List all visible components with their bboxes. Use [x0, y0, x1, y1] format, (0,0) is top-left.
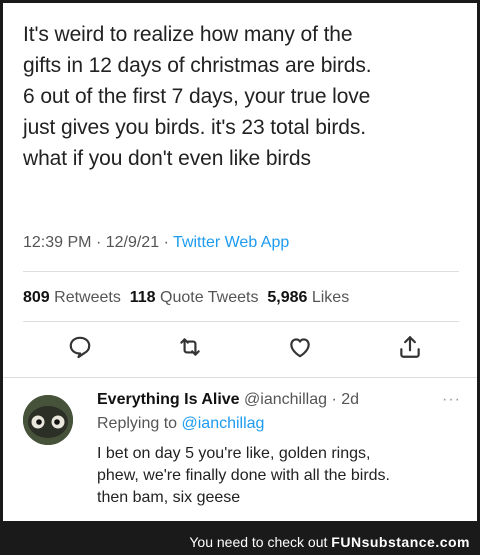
tweet-line: 6 out of the first 7 days, your true lov… [23, 85, 371, 108]
replying-to-label: Replying to [97, 415, 178, 432]
share-button[interactable] [397, 334, 427, 364]
meta-separator: · [331, 391, 337, 408]
retweet-icon [180, 338, 200, 356]
tweet-source[interactable]: Twitter Web App [173, 234, 289, 251]
replying-to-handle[interactable]: @ianchillag [182, 415, 265, 432]
tweet-meta: 12:39 PM · 12/9/21 · Twitter Web App [23, 234, 289, 252]
tweet-text: It's weird to realize how many of the gi… [23, 19, 463, 174]
divider [3, 377, 477, 378]
share-icon [400, 336, 420, 358]
likes-stat[interactable]: 5,986 Likes [267, 289, 349, 306]
reply-button[interactable] [67, 334, 97, 364]
divider [23, 321, 459, 322]
tweet-line: what if you don't even like birds [23, 147, 311, 170]
tweet-time[interactable]: 12:39 PM [23, 234, 91, 251]
tweet-line: just gives you birds. it's 23 total bird… [23, 116, 366, 139]
retweets-count: 809 [23, 289, 50, 306]
reply-line: I bet on day 5 you're like, golden rings… [97, 445, 371, 462]
likes-label: Likes [311, 289, 350, 306]
replying-to: Replying to @ianchillag [97, 415, 264, 433]
tweet-line: It's weird to realize how many of the [23, 23, 353, 46]
reply-age[interactable]: 2d [341, 391, 359, 408]
divider [23, 271, 459, 272]
more-options-icon[interactable]: ··· [442, 391, 461, 409]
footer-text: You need to check out [189, 534, 328, 550]
tweet-stats: 809 Retweets 118 Quote Tweets 5,986 Like… [23, 289, 349, 307]
reply-line: phew, we're finally done with all the bi… [97, 467, 390, 484]
avatar-image [23, 395, 73, 445]
retweet-button[interactable] [177, 334, 207, 364]
quotes-label: Quote Tweets [160, 289, 259, 306]
reply-author-name[interactable]: Everything Is Alive [97, 391, 240, 408]
tweet-line: gifts in 12 days of christmas are birds. [23, 54, 372, 77]
meta-separator: · [163, 234, 174, 251]
reply-icon [69, 336, 91, 359]
footer-brand[interactable]: FUNsubstance.com [331, 534, 470, 550]
action-bar [3, 334, 477, 364]
watermark-footer: You need to check out FUNsubstance.com [0, 527, 480, 555]
like-button[interactable] [287, 334, 317, 364]
quotes-stat[interactable]: 118 Quote Tweets [130, 289, 259, 306]
reply-header: Everything Is Alive @ianchillag · 2d [97, 391, 359, 409]
reply-line: then bam, six geese [97, 489, 241, 506]
retweets-stat[interactable]: 809 Retweets [23, 289, 121, 306]
reply-tweet[interactable]: Everything Is Alive @ianchillag · 2d ···… [3, 383, 477, 521]
quotes-count: 118 [129, 289, 156, 306]
meta-separator: · [95, 234, 106, 251]
retweets-label: Retweets [54, 289, 121, 306]
likes-count: 5,986 [267, 289, 308, 306]
tweet-card: It's weird to realize how many of the gi… [3, 3, 477, 521]
avatar[interactable] [23, 395, 73, 445]
like-icon [290, 338, 310, 358]
tweet-date[interactable]: 12/9/21 [106, 234, 159, 251]
reply-author-handle[interactable]: @ianchillag [244, 391, 327, 408]
reply-text: I bet on day 5 you're like, golden rings… [97, 443, 457, 509]
